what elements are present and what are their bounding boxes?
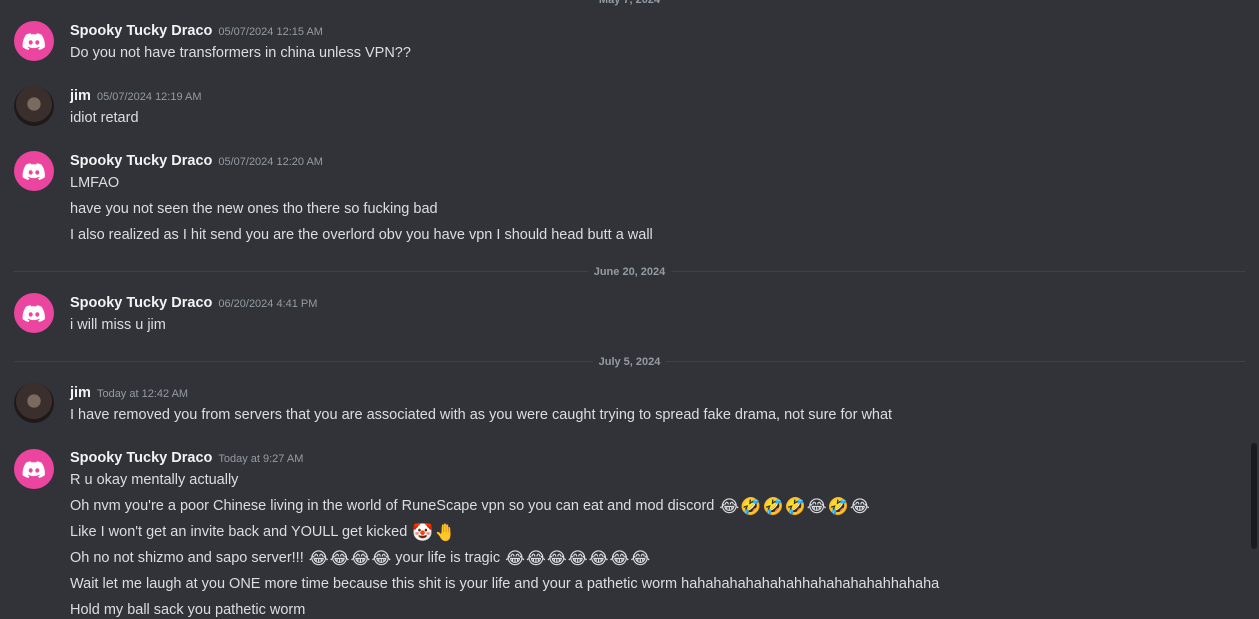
- avatar[interactable]: [14, 151, 54, 191]
- emoji-icon[interactable]: 😂: [547, 549, 567, 569]
- message-content: idiot retard: [70, 110, 139, 126]
- emoji-icon[interactable]: 🤡: [412, 523, 433, 543]
- message-header: jim Today at 12:42 AM: [70, 383, 188, 404]
- emoji-icon[interactable]: 🤣: [785, 497, 806, 517]
- emoji-icon[interactable]: 🤣: [740, 497, 761, 517]
- username[interactable]: Spooky Tucky Draco: [70, 153, 212, 169]
- avatar[interactable]: [14, 449, 54, 489]
- avatar[interactable]: [14, 21, 54, 61]
- avatar[interactable]: [14, 293, 54, 333]
- message-header: jim 05/07/2024 12:19 AM: [70, 86, 202, 107]
- username[interactable]: jim: [70, 88, 91, 104]
- emoji-icon[interactable]: 😂: [589, 549, 609, 569]
- message-timestamp[interactable]: 05/07/2024 12:20 AM: [218, 156, 323, 168]
- message-header: Spooky Tucky Draco Today at 9:27 AM: [70, 448, 303, 469]
- date-divider-label: June 20, 2024: [587, 264, 672, 280]
- message-header: Spooky Tucky Draco 05/07/2024 12:15 AM: [70, 21, 323, 42]
- avatar[interactable]: [14, 86, 54, 126]
- emoji-icon[interactable]: 😂: [719, 497, 739, 517]
- date-divider-label: May 7, 2024: [592, 0, 667, 8]
- message-content: have you not seen the new ones tho there…: [70, 201, 438, 217]
- discord-logo-icon: [22, 461, 45, 478]
- avatar[interactable]: [14, 383, 54, 423]
- discord-logo-icon: [22, 305, 45, 322]
- username[interactable]: Spooky Tucky Draco: [70, 23, 212, 39]
- discord-logo-icon: [22, 33, 45, 50]
- emoji-icon[interactable]: 😂: [526, 549, 546, 569]
- emoji-icon[interactable]: 😂: [351, 549, 371, 569]
- emoji-icon[interactable]: 🤣: [828, 497, 849, 517]
- message-text: your life is tragic: [391, 550, 501, 566]
- emoji-icon[interactable]: 😂: [330, 549, 350, 569]
- date-divider-label: July 5, 2024: [592, 354, 667, 370]
- message-list: May 7, 2024 Spooky Tucky Draco 05/07/2024…: [0, 0, 1259, 619]
- message-content: Do you not have transformers in china un…: [70, 45, 411, 61]
- message-content: R u okay mentally actually: [70, 472, 239, 488]
- message-header: Spooky Tucky Draco 06/20/2024 4:41 PM: [70, 293, 317, 314]
- message-timestamp[interactable]: 06/20/2024 4:41 PM: [218, 298, 317, 310]
- emoji-icon[interactable]: 😂: [630, 549, 650, 569]
- message-header: Spooky Tucky Draco 05/07/2024 12:20 AM: [70, 151, 323, 172]
- message-timestamp[interactable]: Today at 9:27 AM: [218, 453, 303, 465]
- message-content: Hold my ball sack you pathetic worm: [70, 602, 306, 618]
- message-content: i will miss u jim: [70, 317, 166, 333]
- username[interactable]: Spooky Tucky Draco: [70, 450, 212, 466]
- emoji-icon[interactable]: 😂: [807, 497, 827, 517]
- message-content: I also realized as I hit send you are th…: [70, 227, 653, 243]
- message-text: Oh no not shizmo and sapo server!!!: [70, 550, 304, 566]
- emoji-icon[interactable]: 🤣: [762, 497, 783, 517]
- message-text: Oh nvm you're a poor Chinese living in t…: [70, 498, 715, 514]
- emoji-icon[interactable]: 🤚: [434, 523, 455, 543]
- message-content: Like I won't get an invite back and YOUL…: [70, 521, 456, 543]
- emoji-group: 😂🤣🤣🤣😂🤣😂: [718, 497, 870, 517]
- discord-logo-icon: [22, 163, 45, 180]
- scrollbar-thumb[interactable]: [1251, 443, 1257, 549]
- message-text: Like I won't get an invite back and YOUL…: [70, 524, 408, 540]
- emoji-group: 😂😂😂😂😂😂😂: [504, 549, 650, 569]
- message-timestamp[interactable]: Today at 12:42 AM: [97, 388, 188, 400]
- message-content: I have removed you from servers that you…: [70, 407, 893, 423]
- username[interactable]: jim: [70, 385, 91, 401]
- username[interactable]: Spooky Tucky Draco: [70, 295, 212, 311]
- emoji-icon[interactable]: 😂: [371, 549, 391, 569]
- emoji-icon[interactable]: 😂: [609, 549, 629, 569]
- emoji-icon[interactable]: 😂: [568, 549, 588, 569]
- message-timestamp[interactable]: 05/07/2024 12:15 AM: [218, 26, 323, 38]
- date-divider: July 5, 2024: [14, 354, 1245, 370]
- message-content: Wait let me laugh at you ONE more time b…: [70, 576, 940, 592]
- message-content: LMFAO: [70, 175, 120, 191]
- emoji-icon[interactable]: 😂: [850, 497, 870, 517]
- message-timestamp[interactable]: 05/07/2024 12:19 AM: [97, 91, 202, 103]
- message-content: Oh nvm you're a poor Chinese living in t…: [70, 495, 870, 517]
- emoji-group: 🤡🤚: [411, 523, 455, 543]
- emoji-icon[interactable]: 😂: [309, 549, 329, 569]
- emoji-icon[interactable]: 😂: [505, 549, 525, 569]
- message-content: Oh no not shizmo and sapo server!!! 😂😂😂😂…: [70, 547, 650, 569]
- date-divider: June 20, 2024: [14, 264, 1245, 280]
- emoji-group: 😂😂😂😂: [308, 549, 392, 569]
